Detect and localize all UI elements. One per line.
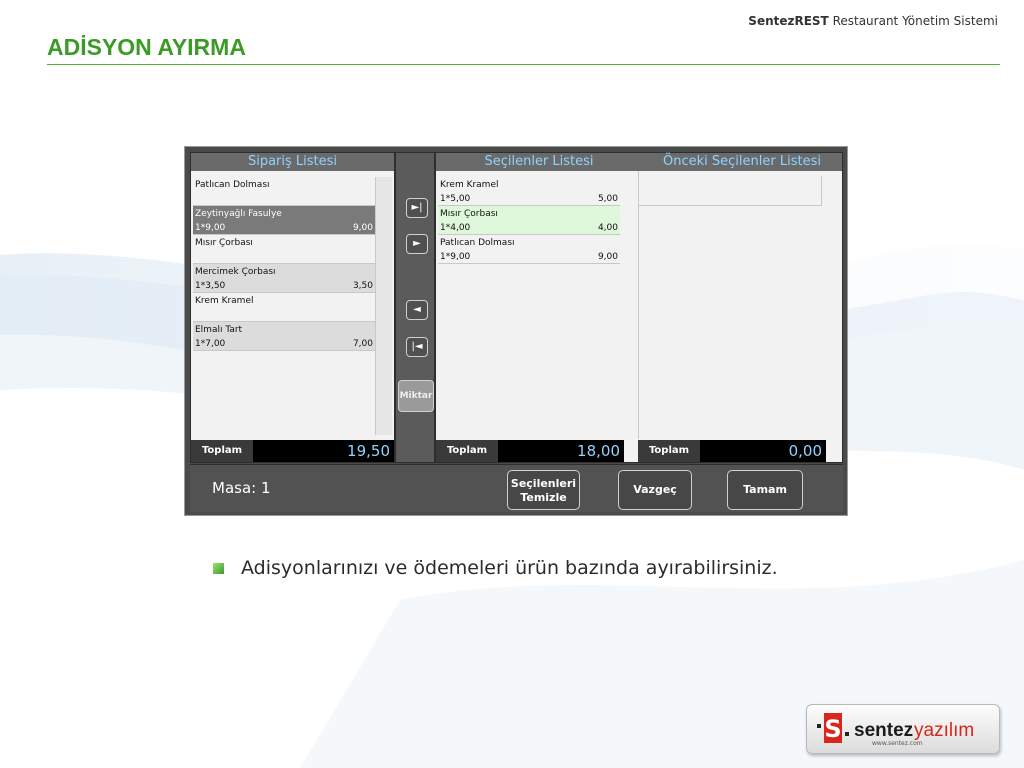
item-name: Mercimek Çorbası <box>195 267 276 277</box>
item-qty: 1*9,00 <box>195 223 226 233</box>
title-divider <box>47 64 1000 65</box>
item-amount: 9,00 <box>352 223 373 233</box>
secilenler-total-bar: Toplam 18,00 <box>436 440 624 462</box>
svg-text:www.sentez.com: www.sentez.com <box>872 740 923 747</box>
secilenler-list: Krem Kramel 1*5,00 5,00 Mısır Çorbası 1*… <box>438 177 620 264</box>
item-amount: 7,00 <box>352 339 373 349</box>
table-label: Masa: 1 <box>212 479 271 497</box>
onceki-list-row[interactable] <box>639 176 822 206</box>
svg-text:S: S <box>824 715 841 743</box>
transfer-button-strip: ►| ► ◄ |◄ Miktar <box>395 152 435 463</box>
page-title: ADİSYON AYIRMA <box>47 34 246 60</box>
item-name: Elmalı Tart <box>195 325 243 335</box>
item-name: Krem Kramel <box>440 180 499 190</box>
secilenler-list-title: Seçilenler Listesi <box>436 153 642 171</box>
siparis-list-title: Sipariş Listesi <box>191 153 394 171</box>
item-qty: 1*9,00 <box>440 252 471 262</box>
item-amount: 5,00 <box>597 194 618 204</box>
ok-button[interactable]: Tamam <box>727 470 803 510</box>
onceki-total-bar: Toplam 0,00 <box>638 440 826 462</box>
move-all-left-button[interactable]: |◄ <box>406 337 428 357</box>
item-name: Mısır Çorbası <box>195 238 253 248</box>
secilenler-total-value: 18,00 <box>577 442 620 460</box>
secilenler-total-label: Toplam <box>436 440 498 462</box>
cancel-button[interactable]: Vazgeç <box>618 470 692 510</box>
feature-bullet-text: Adisyonlarınızı ve ödemeleri ürün bazınd… <box>241 557 778 579</box>
svg-text:sentez: sentez <box>854 720 913 741</box>
onceki-list <box>638 171 841 439</box>
item-amount: 9,00 <box>597 252 618 262</box>
bullet-icon <box>213 563 224 574</box>
item-name: Patlıcan Dolması <box>440 238 515 248</box>
item-name: Mısır Çorbası <box>440 209 498 219</box>
bottom-bar: Masa: 1 Seçilenleri Temizle Vazgeç Tamam <box>190 464 843 512</box>
clear-selected-button[interactable]: Seçilenleri Temizle <box>507 470 580 510</box>
move-all-right-button[interactable]: ►| <box>406 198 428 218</box>
list-item[interactable]: Elmalı Tart 1*7,00 7,00 <box>193 322 375 351</box>
list-item-selected[interactable]: Mısır Çorbası 1*4,00 4,00 <box>438 206 620 235</box>
item-name: Zeytinyağlı Fasulye <box>195 209 282 219</box>
move-left-button[interactable]: ◄ <box>406 300 428 320</box>
siparis-total-label: Toplam <box>191 440 253 462</box>
header-brand: SentezREST Restaurant Yönetim Sistemi <box>748 14 998 28</box>
item-qty: 1*4,00 <box>440 223 471 233</box>
list-item[interactable]: Patlıcan Dolması <box>193 177 375 206</box>
sentez-logo: S sentez yazılım www.sentez.com <box>806 704 1000 754</box>
list-item[interactable]: Krem Kramel <box>193 293 375 322</box>
miktar-button[interactable]: Miktar <box>398 380 434 412</box>
secilenler-list-panel: Seçilenler Listesi Önceki Seçilenler Lis… <box>435 152 843 463</box>
siparis-scrollbar[interactable] <box>375 177 392 435</box>
onceki-total-label: Toplam <box>638 440 700 462</box>
app-window: Sipariş Listesi Patlıcan Dolması Zeytiny… <box>184 146 848 516</box>
siparis-total-bar: Toplam 19,50 <box>191 440 394 462</box>
item-name: Krem Kramel <box>195 296 254 306</box>
list-item[interactable]: Patlıcan Dolması 1*9,00 9,00 <box>438 235 620 264</box>
item-qty: 1*3,50 <box>195 281 226 291</box>
siparis-list-panel: Sipariş Listesi Patlıcan Dolması Zeytiny… <box>190 152 395 463</box>
sentez-logo-graphic: S sentez yazılım www.sentez.com <box>817 713 974 747</box>
item-qty: 1*7,00 <box>195 339 226 349</box>
item-amount: 4,00 <box>597 223 618 233</box>
list-item[interactable]: Mercimek Çorbası 1*3,50 3,50 <box>193 264 375 293</box>
move-right-button[interactable]: ► <box>406 234 428 254</box>
list-item[interactable]: Krem Kramel 1*5,00 5,00 <box>438 177 620 206</box>
item-qty: 1*5,00 <box>440 194 471 204</box>
svg-text:yazılım: yazılım <box>914 720 974 741</box>
list-item[interactable]: Mısır Çorbası <box>193 235 375 264</box>
siparis-list: Patlıcan Dolması Zeytinyağlı Fasulye 1*9… <box>193 177 375 351</box>
item-name: Patlıcan Dolması <box>195 180 270 190</box>
siparis-total-value: 19,50 <box>347 442 390 460</box>
onceki-list-title: Önceki Seçilenler Listesi <box>642 153 842 171</box>
list-item-selected[interactable]: Zeytinyağlı Fasulye 1*9,00 9,00 <box>193 206 375 235</box>
onceki-total-value: 0,00 <box>788 442 822 460</box>
item-amount: 3,50 <box>352 281 373 291</box>
